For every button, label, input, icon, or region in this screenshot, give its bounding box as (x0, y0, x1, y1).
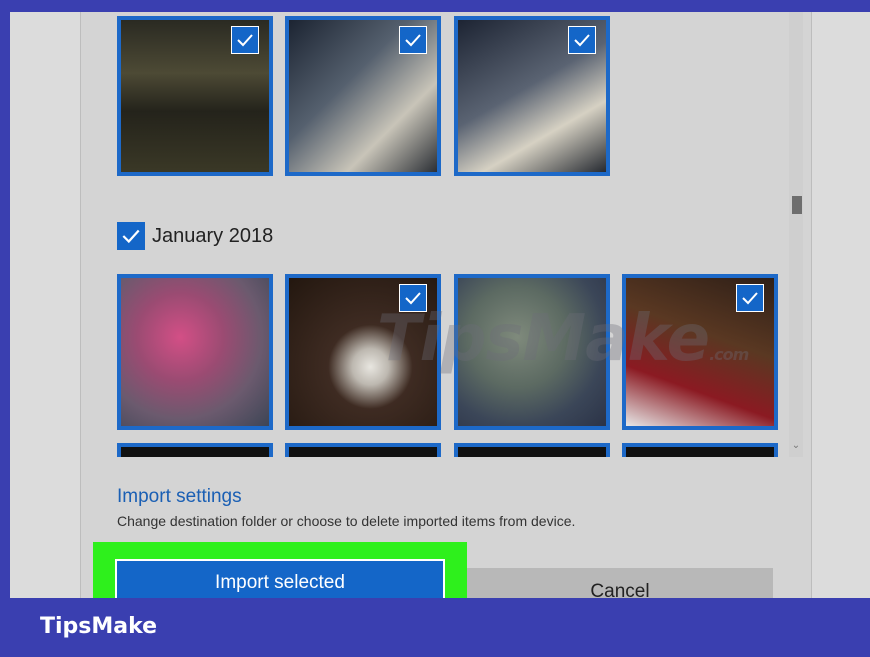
date-group-checkbox[interactable] (117, 222, 145, 250)
photo-checkbox[interactable] (399, 26, 427, 54)
photos-import-window: January 2018 ⌄ TipsMake.com Import setti… (10, 12, 870, 616)
import-dialog: January 2018 ⌄ TipsMake.com Import setti… (81, 12, 811, 616)
photo-thumbnail[interactable] (117, 443, 273, 457)
scrollbar[interactable]: ⌄ (789, 12, 803, 457)
photo-thumbnail[interactable] (454, 443, 610, 457)
brand-logo: TipsMake (40, 614, 158, 639)
scrollbar-thumb[interactable] (792, 196, 802, 214)
photo-thumbnail[interactable] (117, 16, 273, 176)
check-icon (122, 229, 140, 244)
left-border (0, 0, 10, 598)
date-group-label: January 2018 (152, 224, 274, 247)
check-icon (405, 34, 421, 47)
watermark: TipsMake.com (377, 302, 749, 376)
photo-thumbnail[interactable] (117, 274, 273, 430)
check-icon (237, 34, 253, 47)
photo-thumbnail[interactable] (285, 16, 441, 176)
photo-thumbnail[interactable] (285, 443, 441, 457)
photo-thumbnail[interactable] (622, 443, 778, 457)
import-settings-link[interactable]: Import settings (117, 486, 242, 508)
photo-checkbox[interactable] (568, 26, 596, 54)
left-pane (10, 12, 81, 598)
right-pane (811, 12, 870, 598)
photo-thumbnail[interactable] (454, 16, 610, 176)
top-border (0, 0, 870, 12)
date-group-header[interactable]: January 2018 (117, 222, 273, 250)
import-settings-description: Change destination folder or choose to d… (117, 513, 576, 529)
chevron-down-icon[interactable]: ⌄ (790, 440, 802, 452)
photo-checkbox[interactable] (231, 26, 259, 54)
check-icon (574, 34, 590, 47)
highlight-box: Import selected (93, 542, 467, 607)
footer-bar: TipsMake (0, 598, 870, 657)
screenshot-frame: January 2018 ⌄ TipsMake.com Import setti… (0, 0, 870, 657)
